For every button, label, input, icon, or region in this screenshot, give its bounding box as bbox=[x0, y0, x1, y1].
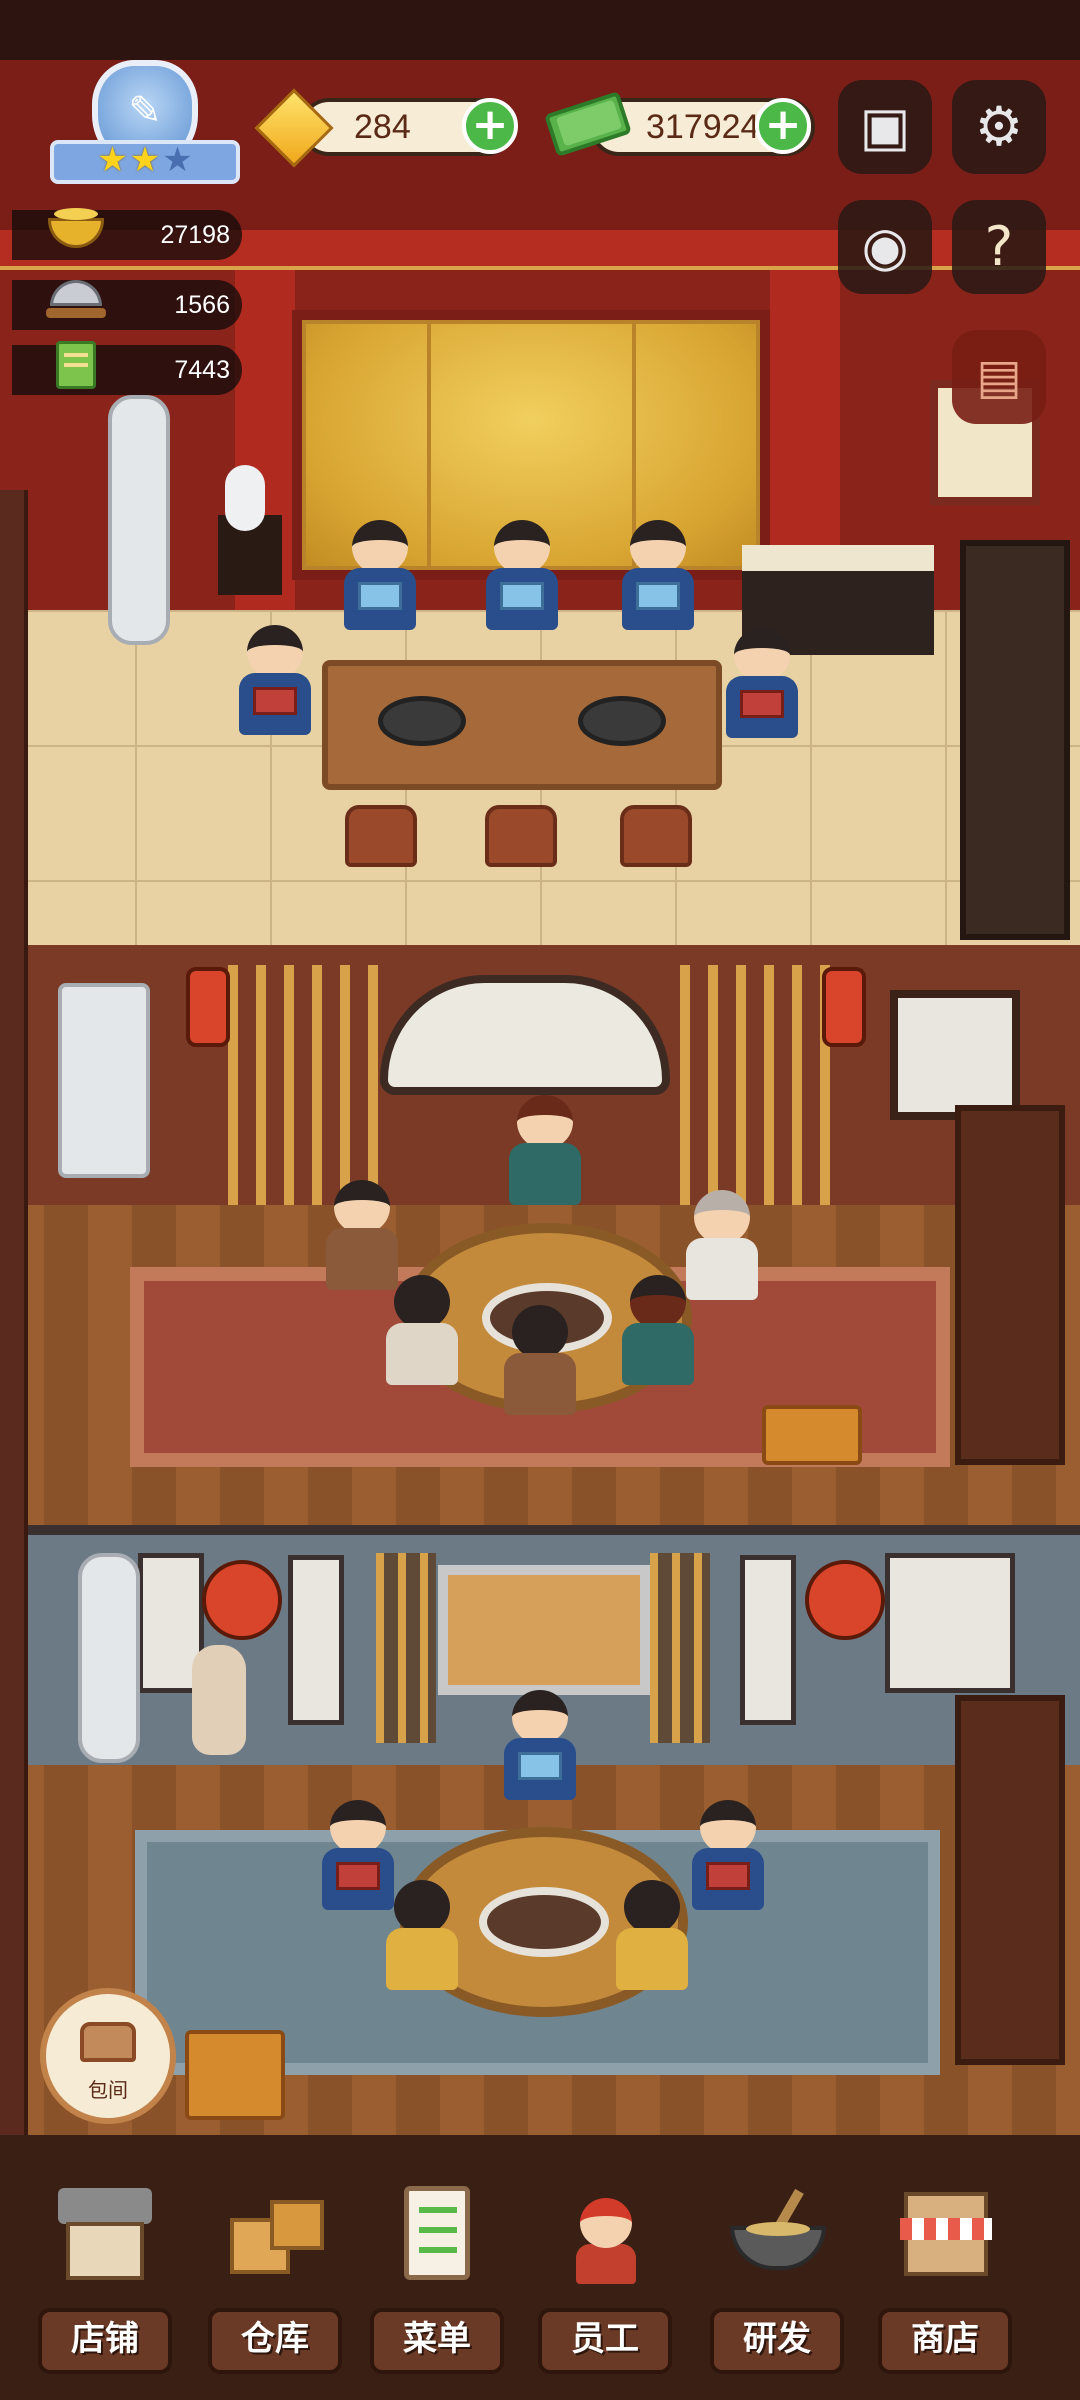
star-icon: ★ bbox=[162, 140, 195, 180]
shop-icon bbox=[50, 2178, 160, 2288]
nav-warehouse[interactable]: 仓库 bbox=[200, 2178, 350, 2388]
cash-value: 317924 bbox=[646, 108, 760, 146]
mountain-painting bbox=[890, 990, 1020, 1120]
bamboo-scroll bbox=[885, 1553, 1015, 1693]
wood-lattice bbox=[376, 1553, 436, 1743]
lantern bbox=[202, 1560, 282, 1640]
air-conditioner[interactable] bbox=[58, 983, 150, 1178]
lantern bbox=[805, 1560, 885, 1640]
outer-pillar bbox=[0, 945, 28, 1525]
nav-staff[interactable]: 员工 bbox=[530, 2178, 680, 2388]
cash-icon bbox=[544, 88, 632, 158]
staff-back[interactable] bbox=[612, 1880, 692, 1990]
green-menu-icon bbox=[44, 335, 114, 395]
wood-lattice bbox=[680, 965, 830, 1205]
nav-label: 菜单 bbox=[403, 2319, 471, 2359]
golden-pot-icon bbox=[40, 198, 110, 258]
nav-label: 店铺 bbox=[71, 2319, 139, 2359]
private-room-red[interactable] bbox=[0, 945, 1080, 1525]
star-icon: ★ bbox=[97, 140, 130, 180]
whisk-icon: ✎ bbox=[128, 88, 162, 134]
staff-reading[interactable] bbox=[722, 628, 802, 738]
camera-button[interactable]: ▣ bbox=[838, 80, 932, 174]
air-conditioner[interactable] bbox=[78, 1553, 140, 1763]
menu-icon bbox=[382, 2178, 492, 2288]
customer[interactable] bbox=[322, 1180, 402, 1290]
bottom-nav: 店铺 仓库 菜单 员工 研发 商店 bbox=[0, 2150, 1080, 2400]
outer-pillar bbox=[0, 1525, 28, 2135]
customer[interactable] bbox=[505, 1095, 585, 1205]
private-room-button[interactable]: 包间 bbox=[40, 1988, 176, 2124]
gems-value: 284 bbox=[354, 108, 411, 146]
gear-icon: ⚙ bbox=[974, 95, 1024, 158]
game-screen: ✎ ★★★ 284 + 317924 + ▣ ⚙ ◉ ? ▤ 27198 156… bbox=[0, 0, 1080, 2400]
tea-shelf[interactable] bbox=[960, 540, 1070, 940]
nav-label: 研发 bbox=[743, 2319, 811, 2359]
add-gems-button[interactable]: + bbox=[462, 98, 518, 154]
customer[interactable] bbox=[500, 1305, 580, 1415]
flower-vase bbox=[192, 1645, 246, 1755]
nav-shop[interactable]: 店铺 bbox=[30, 2178, 180, 2388]
staff-reading[interactable] bbox=[482, 520, 562, 630]
customer[interactable] bbox=[382, 1275, 462, 1385]
hotpot-burner bbox=[578, 696, 666, 746]
outer-pillar bbox=[0, 490, 28, 945]
gem-icon bbox=[254, 88, 334, 168]
nav-label: 商店 bbox=[911, 2319, 979, 2359]
hotpot-burner bbox=[378, 696, 466, 746]
nav-label: 仓库 bbox=[241, 2319, 309, 2359]
nav-label: 员工 bbox=[571, 2319, 639, 2359]
nav-research[interactable]: 研发 bbox=[702, 2178, 852, 2388]
research-icon bbox=[722, 2178, 832, 2288]
staff-icon bbox=[550, 2178, 660, 2288]
hotpot bbox=[479, 1887, 609, 1957]
air-conditioner[interactable] bbox=[108, 395, 170, 645]
view-button[interactable]: ◉ bbox=[838, 200, 932, 294]
nav-menu[interactable]: 菜单 bbox=[362, 2178, 512, 2388]
treasure-chest[interactable] bbox=[762, 1405, 862, 1465]
recipe-book-icon: ▤ bbox=[976, 349, 1022, 405]
bamboo-scroll bbox=[740, 1555, 796, 1725]
restaurant-level-badge[interactable]: ✎ ★★★ bbox=[50, 60, 240, 190]
wall-tv[interactable] bbox=[438, 1565, 650, 1695]
tea-shelf[interactable] bbox=[955, 1695, 1065, 2065]
staff-reading[interactable] bbox=[340, 520, 420, 630]
private-room-label: 包间 bbox=[88, 2078, 128, 2102]
help-book-icon: ? bbox=[984, 215, 1014, 278]
staff-reading[interactable] bbox=[688, 1800, 768, 1910]
camera-icon: ▣ bbox=[859, 95, 911, 158]
chair bbox=[485, 805, 557, 867]
lantern bbox=[186, 967, 230, 1047]
tea-shelf[interactable] bbox=[955, 1105, 1065, 1465]
lantern bbox=[822, 967, 866, 1047]
staff-reading[interactable] bbox=[235, 625, 315, 735]
wood-lattice bbox=[228, 965, 378, 1205]
eye-icon: ◉ bbox=[861, 215, 909, 278]
add-cash-button[interactable]: + bbox=[755, 98, 811, 154]
chair bbox=[620, 805, 692, 867]
serving-cloche-icon bbox=[40, 270, 110, 330]
dining-table[interactable] bbox=[322, 660, 722, 790]
staff-back[interactable] bbox=[382, 1880, 462, 1990]
guide-button[interactable]: ? bbox=[952, 200, 1046, 294]
star-icon: ★ bbox=[129, 140, 163, 180]
staff-reading[interactable] bbox=[500, 1690, 580, 1800]
nav-store[interactable]: 商店 bbox=[870, 2178, 1020, 2388]
staff-reading[interactable] bbox=[618, 520, 698, 630]
store-icon bbox=[890, 2178, 1000, 2288]
recipe-book-button[interactable]: ▤ bbox=[952, 330, 1046, 424]
star-rating: ★★★ bbox=[86, 138, 206, 182]
bamboo-scroll bbox=[288, 1555, 344, 1725]
bonsai-vase bbox=[225, 465, 265, 531]
sofa-icon bbox=[80, 2022, 136, 2062]
customer[interactable] bbox=[618, 1275, 698, 1385]
settings-button[interactable]: ⚙ bbox=[952, 80, 1046, 174]
treasure-chest[interactable] bbox=[185, 2030, 285, 2120]
wood-lattice bbox=[650, 1553, 710, 1743]
chair bbox=[345, 805, 417, 867]
warehouse-icon bbox=[220, 2178, 330, 2288]
